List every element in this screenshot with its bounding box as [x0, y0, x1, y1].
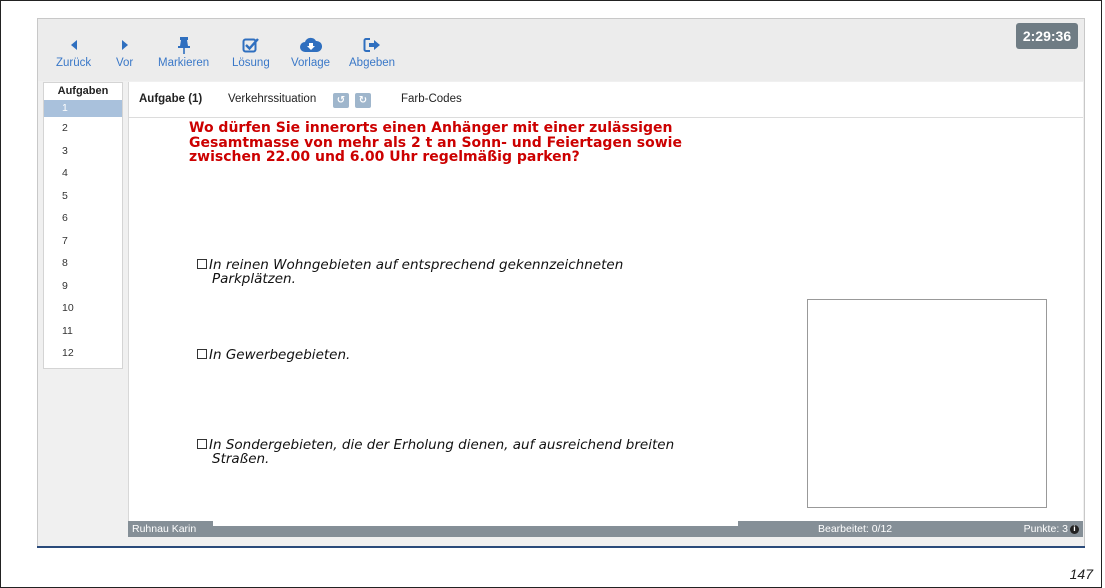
answer-checkbox[interactable] [197, 439, 207, 449]
points-display: Punkte: 3 i [1024, 523, 1079, 535]
template-button[interactable]: Vorlage [291, 33, 330, 69]
sidebar-item-7[interactable]: 7 [44, 230, 122, 253]
question-text: Wo dürfen Sie innerorts einen Anhänger m… [189, 121, 749, 165]
answer-option-3[interactable]: In Sondergebieten, die der Erholung dien… [197, 438, 757, 466]
solution-button[interactable]: Lösung [232, 33, 270, 69]
tab-task[interactable]: Aufgabe (1) [139, 93, 202, 105]
window-bottom-border [37, 546, 1085, 548]
status-bar-notch [213, 521, 738, 526]
solution-label: Lösung [232, 57, 270, 69]
checkbox-check-icon [242, 33, 260, 57]
cloud-download-icon [299, 33, 322, 57]
sidebar-item-4[interactable]: 4 [44, 162, 122, 185]
sidebar-item-2[interactable]: 2 [44, 117, 122, 140]
redo-icon[interactable]: ↻ [355, 93, 371, 108]
tab-traffic-situation[interactable]: Verkehrssituation [228, 93, 316, 105]
info-icon[interactable]: i [1070, 524, 1079, 534]
template-label: Vorlage [291, 57, 331, 69]
task-panel: Aufgabe (1) Verkehrssituation ↺ ↻ Farb-C… [128, 82, 1083, 521]
tab-color-codes[interactable]: Farb-Codes [401, 93, 462, 105]
answer-option-1[interactable]: In reinen Wohngebieten auf entsprechend … [197, 258, 757, 286]
sidebar-item-5[interactable]: 5 [44, 185, 122, 208]
toolbar: Zurück Vor Markieren Lösung Vorlage Abge… [38, 19, 1084, 81]
submit-label: Abgeben [349, 57, 396, 69]
pushpin-icon [177, 33, 191, 57]
answer-option-2[interactable]: In Gewerbegebieten. [197, 348, 757, 362]
back-label: Zurück [56, 57, 92, 69]
sidebar-item-3[interactable]: 3 [44, 140, 122, 163]
sign-out-icon [363, 33, 381, 57]
task-tabs: Aufgabe (1) Verkehrssituation ↺ ↻ Farb-C… [129, 82, 1083, 118]
sidebar-item-11[interactable]: 11 [44, 320, 122, 343]
sidebar-item-8[interactable]: 8 [44, 252, 122, 275]
answer-text: In Gewerbegebieten. [209, 347, 351, 363]
exam-timer: 2:29:36 [1016, 23, 1078, 49]
points-label: Punkte: 3 [1023, 523, 1068, 535]
sidebar-item-10[interactable]: 10 [44, 297, 122, 320]
sidebar-item-6[interactable]: 6 [44, 207, 122, 230]
forward-button[interactable]: Vor [116, 33, 133, 69]
answer-text: In Sondergebieten, die der Erholung dien… [209, 437, 675, 453]
task-sidebar: Aufgaben 1 2 3 4 5 6 7 8 9 10 11 12 [43, 82, 123, 369]
situation-image-box [807, 299, 1047, 508]
status-bar: Ruhnau Karin Bearbeitet: 0/12 Punkte: 3 … [128, 521, 1083, 537]
progress-count: Bearbeitet: 0/12 [818, 523, 893, 535]
answer-checkbox[interactable] [197, 259, 207, 269]
back-button[interactable]: Zurück [56, 33, 91, 69]
mark-label: Markieren [158, 57, 210, 69]
exam-app-window: Zurück Vor Markieren Lösung Vorlage Abge… [37, 18, 1085, 548]
answer-checkbox[interactable] [197, 349, 207, 359]
question-line: zwischen 22.00 und 6.00 Uhr regelmäßig p… [189, 149, 580, 165]
submit-button[interactable]: Abgeben [349, 33, 395, 69]
forward-label: Vor [116, 57, 134, 69]
question-line: Gesamtmasse von mehr als 2 t an Sonn- un… [189, 134, 682, 151]
sidebar-item-12[interactable]: 12 [44, 342, 122, 365]
undo-icon[interactable]: ↺ [333, 93, 349, 108]
user-name: Ruhnau Karin [132, 523, 197, 535]
triangle-left-icon [69, 33, 79, 57]
answer-text-continued: Straßen. [212, 451, 270, 467]
question-line: Wo dürfen Sie innerorts einen Anhänger m… [189, 120, 673, 136]
sidebar-title: Aufgaben [57, 85, 109, 97]
answer-text-continued: Parkplätzen. [212, 271, 296, 287]
sidebar-item-1[interactable]: 1 [44, 100, 122, 117]
page-number: 147 [1069, 566, 1093, 582]
sidebar-item-9[interactable]: 9 [44, 275, 122, 298]
triangle-right-icon [120, 33, 130, 57]
mark-button[interactable]: Markieren [158, 33, 209, 69]
